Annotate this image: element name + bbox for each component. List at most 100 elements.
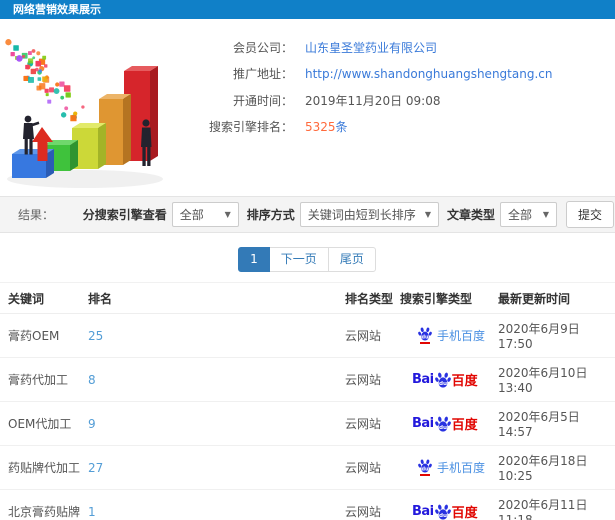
baidu-logo-text: 百度 <box>451 418 478 433</box>
pagination: 1 下一页 尾页 <box>0 247 615 272</box>
baidu-paw-icon-wrap: du <box>434 372 451 388</box>
rank-cell: 27 <box>88 445 345 490</box>
engine-type-cell: du 手机百度 <box>400 445 498 490</box>
baidu-paw-icon-wrap: du <box>418 327 432 344</box>
pagination-next-button[interactable]: 下一页 <box>268 247 329 272</box>
baidu-logo-text: 百度 <box>451 506 478 520</box>
submit-button[interactable]: 提交 <box>565 201 614 228</box>
svg-text:du: du <box>439 513 447 519</box>
table-row: 膏药代加工 8 云网站 Bai du 百度 2020年6月10日 13:40 <box>0 357 615 402</box>
engine-type-cell: Bai du 百度 <box>400 357 498 402</box>
updated-time-cell: 2020年6月9日 17:50 <box>498 313 615 358</box>
rank-cell: 1 <box>88 489 345 520</box>
promo-url-link[interactable]: http://www.shandonghuangshengtang.cn <box>305 67 552 81</box>
rank-cell: 8 <box>88 357 345 402</box>
baidu-logo: Bai du 百度 <box>400 502 498 520</box>
growth-bar-chart-illustration <box>5 39 163 188</box>
mobile-baidu-logo: du 手机百度 <box>400 459 498 476</box>
baidu-logo-text: 百度 <box>451 374 478 389</box>
baidu-paw-icon: du <box>418 327 432 341</box>
keyword-ranking-table: 关键词 排名 排名类型 搜索引擎类型 最新更新时间 膏药OEM 25 云网站 du 手机… <box>0 282 615 520</box>
table-header-row: 关键词 排名 排名类型 搜索引擎类型 最新更新时间 <box>0 282 615 314</box>
info-row-company: 会员公司： 山东皇圣堂药业有限公司 <box>183 34 615 61</box>
company-link[interactable]: 山东皇圣堂药业有限公司 <box>305 39 437 56</box>
rank-cell: 9 <box>88 401 345 446</box>
sort-selected-value: 关键词由短到长排序 <box>307 208 416 222</box>
svg-text:du: du <box>439 381 447 387</box>
header-updated: 最新更新时间 <box>498 282 615 314</box>
confetti-dots <box>5 39 85 122</box>
header-rank-type: 排名类型 <box>345 282 400 314</box>
updated-time-cell: 2020年6月18日 10:25 <box>498 445 615 490</box>
baidu-logo: Bai du 百度 <box>400 414 498 433</box>
keyword-cell: 膏药代加工 <box>0 357 88 402</box>
rank-count-number: 5325 <box>305 120 336 135</box>
baidu-paw-icon-wrap: du <box>434 416 451 432</box>
rank-link[interactable]: 9 <box>88 417 96 431</box>
rank-link[interactable]: 1 <box>88 505 96 519</box>
baidu-underline <box>420 342 430 344</box>
rank-type-cell: 云网站 <box>345 489 400 520</box>
rank-count-label: 搜索引擎排名： <box>208 120 293 135</box>
info-row-url: 推广地址： http://www.shandonghuangshengtang.… <box>183 61 615 88</box>
header-engine-type: 搜索引擎类型 <box>400 282 498 314</box>
engine-view-selected-value: 全部 <box>179 208 204 222</box>
results-label: 结果： <box>18 208 55 222</box>
engine-view-select[interactable]: 全部 <box>171 202 239 227</box>
rank-type-cell: 云网站 <box>345 401 400 446</box>
company-label: 会员公司： <box>232 40 293 55</box>
mobile-baidu-logo: du 手机百度 <box>400 327 498 344</box>
article-type-select[interactable]: 全部 <box>499 202 557 227</box>
keyword-cell: 药贴牌代加工 <box>0 445 88 490</box>
engine-type-cell: Bai du 百度 <box>400 401 498 446</box>
baidu-logo-prefix: Bai <box>412 372 434 387</box>
svg-text:du: du <box>439 425 447 431</box>
pagination-current-page[interactable]: 1 <box>238 247 270 272</box>
chevron-down-icon <box>225 210 231 219</box>
info-row-open-time: 开通时间： 2019年11月20日 09:08 <box>183 87 615 114</box>
article-type-label: 文章类型 <box>446 208 495 222</box>
updated-time-cell: 2020年6月11日 11:18 <box>498 489 615 520</box>
pagination-last-button[interactable]: 尾页 <box>327 247 376 272</box>
open-time-label: 开通时间： <box>232 93 293 108</box>
baidu-underline <box>420 474 430 476</box>
baidu-logo: Bai du 百度 <box>400 370 498 389</box>
svg-text:du: du <box>421 334 429 340</box>
rank-count-value: 5325条 <box>305 118 348 135</box>
engine-type-cell: du 手机百度 <box>400 313 498 358</box>
engine-type-cell: Bai du 百度 <box>400 489 498 520</box>
info-row-rank-count: 搜索引擎排名： 5325条 <box>183 114 615 141</box>
baidu-logo-prefix: Bai <box>412 416 434 431</box>
engine-view-label: 分搜索引擎查看 <box>82 208 167 222</box>
filter-controls: 分搜索引擎查看 全部 排序方式 关键词由短到长排序 文章类型 全部 提交 <box>75 201 615 228</box>
table-row: OEM代加工 9 云网站 Bai du 百度 2020年6月5日 14:57 <box>0 401 615 446</box>
baidu-paw-icon-wrap: du <box>434 504 451 520</box>
results-filter-bar: 结果： 分搜索引擎查看 全部 排序方式 关键词由短到长排序 文章类型 全部 提交 <box>0 196 615 233</box>
rank-type-cell: 云网站 <box>345 357 400 402</box>
keyword-cell: OEM代加工 <box>0 401 88 446</box>
rank-link[interactable]: 8 <box>88 373 96 387</box>
rank-link[interactable]: 27 <box>88 461 103 475</box>
open-time-value: 2019年11月20日 09:08 <box>305 93 441 108</box>
rank-type-cell: 云网站 <box>345 313 400 358</box>
account-info-list: 会员公司： 山东皇圣堂药业有限公司 推广地址： http://www.shand… <box>183 34 615 140</box>
rank-type-cell: 云网站 <box>345 445 400 490</box>
sort-label: 排序方式 <box>246 208 295 222</box>
sort-select[interactable]: 关键词由短到长排序 <box>299 202 439 227</box>
header-keyword: 关键词 <box>0 282 88 314</box>
table-row: 北京膏药贴牌 1 云网站 Bai du 百度 2020年6月11日 11:18 <box>0 489 615 520</box>
article-type-selected-value: 全部 <box>507 208 532 222</box>
rank-count-suffix: 条 <box>335 120 348 135</box>
baidu-paw-icon: du <box>434 416 451 431</box>
baidu-paw-icon-wrap: du <box>418 459 432 476</box>
info-section: 会员公司： 山东皇圣堂药业有限公司 推广地址： http://www.shand… <box>0 19 615 196</box>
baidu-paw-icon: du <box>434 504 451 519</box>
keyword-cell: 膏药OEM <box>0 313 88 358</box>
rank-link[interactable]: 25 <box>88 329 103 343</box>
updated-time-cell: 2020年6月5日 14:57 <box>498 401 615 446</box>
rank-cell: 25 <box>88 313 345 358</box>
keyword-cell: 北京膏药贴牌 <box>0 489 88 520</box>
mobile-baidu-label: 手机百度 <box>437 329 486 343</box>
updated-time-cell: 2020年6月10日 13:40 <box>498 357 615 402</box>
header-rank: 排名 <box>88 282 345 314</box>
